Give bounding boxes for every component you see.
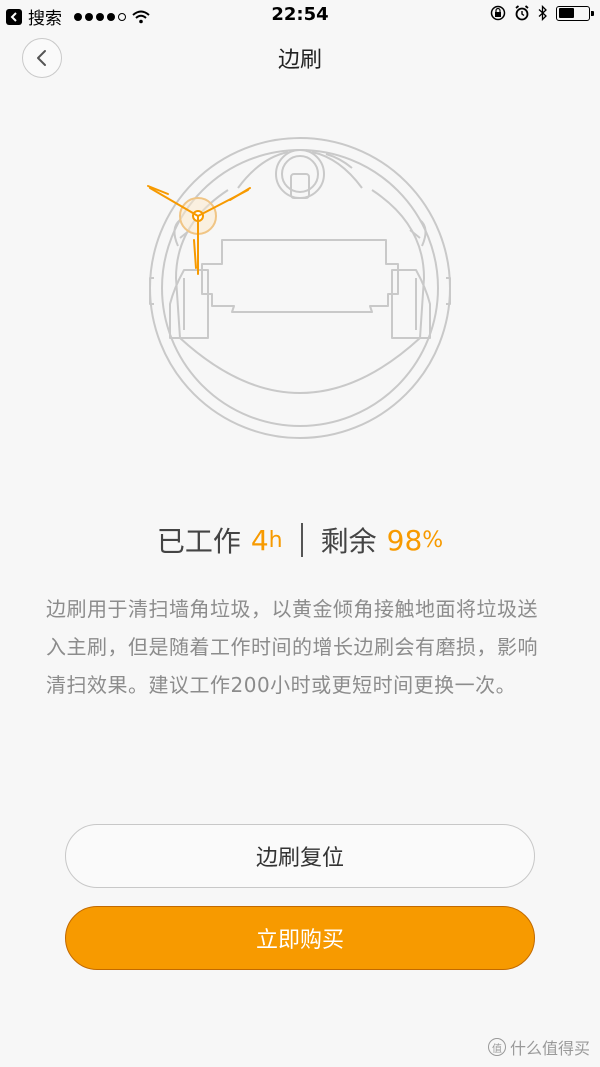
watermark-text: 什么值得买 bbox=[509, 1039, 590, 1058]
watermark: 值 什么值得买 bbox=[487, 1035, 590, 1059]
bluetooth-icon bbox=[538, 5, 547, 21]
robot-vacuum-illustration bbox=[147, 137, 451, 439]
page-title: 边刷 bbox=[277, 48, 322, 73]
nav-bar: 边刷 bbox=[0, 30, 600, 88]
description-text: 边刷用于清扫墙角垃圾，以黄金倾角接触地面将垃圾送入主刷，但是随着工作时间的增长边… bbox=[46, 597, 538, 697]
buy-now-button[interactable]: 立即购买 bbox=[65, 906, 535, 970]
reset-side-brush-button[interactable]: 边刷复位 bbox=[65, 824, 535, 888]
stats-divider bbox=[300, 523, 303, 557]
status-right bbox=[490, 5, 594, 21]
watermark-logo-icon: 值 bbox=[487, 1038, 506, 1056]
worked-value: 4 bbox=[250, 523, 269, 557]
orientation-lock-icon bbox=[490, 5, 506, 21]
battery-icon bbox=[556, 5, 594, 21]
worked-unit: h bbox=[268, 527, 283, 553]
worked-label: 已工作 bbox=[156, 525, 241, 558]
usage-stats: 已工作 4h 剩余 98% bbox=[0, 520, 600, 560]
remaining-label: 剩余 bbox=[320, 525, 377, 558]
status-bar: 搜索 22:54 bbox=[0, 0, 600, 30]
alarm-icon bbox=[515, 5, 529, 21]
remaining-unit: % bbox=[422, 527, 444, 553]
remaining-value: 98 bbox=[386, 523, 423, 557]
